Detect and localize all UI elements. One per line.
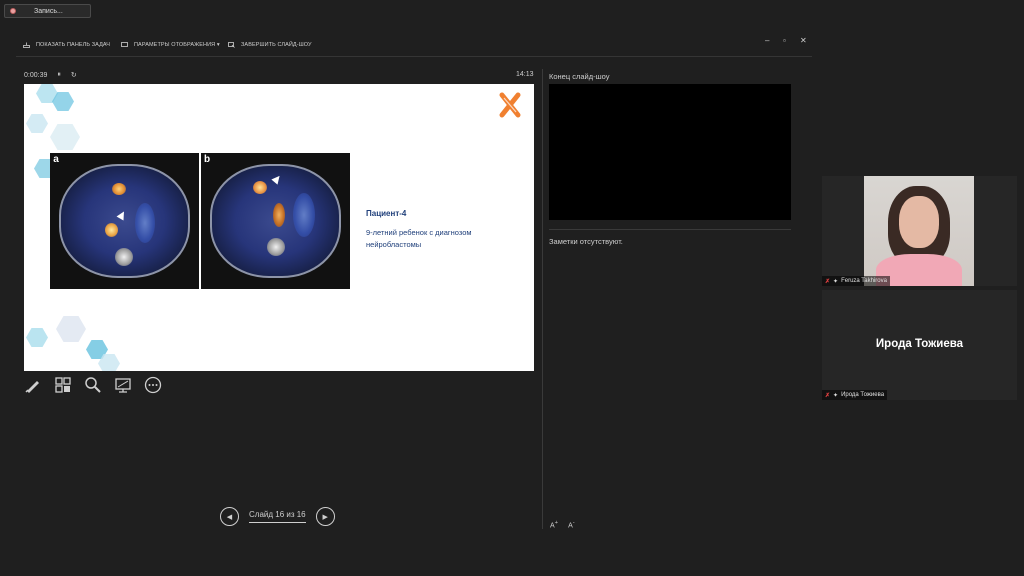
grid-icon[interactable] xyxy=(54,376,72,394)
end-slideshow-label: ЗАВЕРШИТЬ СЛАЙД-ШОУ xyxy=(241,42,312,48)
display-settings-label: ПАРАМЕТРЫ ОТОБРАЖЕНИЯ ▾ xyxy=(134,42,220,48)
participant-name: Feruza Takhirova xyxy=(841,278,887,284)
close-icon[interactable]: ✕ xyxy=(800,36,807,45)
decor-hexagon xyxy=(50,124,80,150)
pen-icon[interactable] xyxy=(24,376,42,394)
decor-hexagon xyxy=(26,328,48,347)
decrease-font-button[interactable]: A- xyxy=(568,520,575,529)
font-size-controls: A+ A- xyxy=(550,520,575,529)
speaker-notes: Заметки отсутствуют. xyxy=(549,237,623,246)
clock: 14:13 xyxy=(516,71,534,78)
notes-separator xyxy=(549,229,791,230)
pin-icon[interactable]: ✦ xyxy=(833,278,838,285)
next-slide-button[interactable]: ▶ xyxy=(315,507,335,526)
participant-display-name: Ирода Тожиева xyxy=(875,338,964,350)
next-slide-preview xyxy=(549,84,791,220)
participant-tile-video[interactable]: ✗ ✦ Feruza Takhirova xyxy=(822,176,1017,286)
recording-indicator[interactable]: Запись... xyxy=(4,4,91,18)
logo-icon xyxy=(499,92,521,118)
zoom-icon[interactable] xyxy=(84,376,102,394)
pet-scan-image-a: a xyxy=(50,153,199,289)
participant-name: Ирода Тожиева xyxy=(841,392,885,398)
show-taskbar-label: ПОКАЗАТЬ ПАНЕЛЬ ЗАДАЧ xyxy=(36,42,111,48)
display-icon xyxy=(121,42,128,47)
participant-tile-no-video[interactable]: Ирода Тожиева ✗ ✦ Ирода Тожиева xyxy=(822,290,1017,400)
mic-muted-icon: ✗ xyxy=(825,278,831,285)
previous-slide-button[interactable]: ◀ xyxy=(220,507,239,526)
pin-icon[interactable]: ✦ xyxy=(833,392,838,399)
recording-label: Запись... xyxy=(34,7,63,15)
record-dot-icon xyxy=(10,8,16,14)
end-slideshow-button[interactable]: ЗАВЕРШИТЬ СЛАЙД-ШОУ xyxy=(228,42,312,48)
restore-icon[interactable]: ▫ xyxy=(783,36,786,45)
presenter-view: ПОКАЗАТЬ ПАНЕЛЬ ЗАДАЧ ПАРАМЕТРЫ ОТОБРАЖЕ… xyxy=(16,33,812,543)
pause-icon[interactable]: ⏸ xyxy=(57,71,61,79)
presenter-toolbar: ПОКАЗАТЬ ПАНЕЛЬ ЗАДАЧ ПАРАМЕТРЫ ОТОБРАЖЕ… xyxy=(16,33,812,57)
mic-muted-icon: ✗ xyxy=(825,392,831,399)
minimize-icon[interactable]: – xyxy=(765,36,769,45)
pane-divider[interactable] xyxy=(542,69,543,529)
participant-name-tag: ✗ ✦ Feruza Takhirova xyxy=(822,276,890,286)
taskbar-icon xyxy=(23,42,30,48)
timer-bar: 0:00:39 ⏸ ↻ xyxy=(24,71,87,79)
participant-name-tag: ✗ ✦ Ирода Тожиева xyxy=(822,390,888,400)
slide-title: Пациент-4 xyxy=(366,209,407,218)
elapsed-time: 0:00:39 xyxy=(24,71,48,79)
show-taskbar-button[interactable]: ПОКАЗАТЬ ПАНЕЛЬ ЗАДАЧ xyxy=(23,42,110,48)
next-slide-label: Конец слайд-шоу xyxy=(549,72,610,81)
slide-counter[interactable]: Слайд 16 из 16 xyxy=(249,510,306,523)
display-settings-button[interactable]: ПАРАМЕТРЫ ОТОБРАЖЕНИЯ ▾ xyxy=(121,42,220,48)
decor-hexagon xyxy=(56,316,86,342)
slide-description: 9-летний ребенок с диагнозом нейробласто… xyxy=(366,228,472,249)
slide-tools xyxy=(24,376,162,394)
pet-scan-image-b: b xyxy=(201,153,350,289)
arrow-left-icon: ◀ xyxy=(226,513,233,521)
increase-font-button[interactable]: A+ xyxy=(550,520,558,529)
arrow-right-icon: ▶ xyxy=(322,513,328,521)
decor-hexagon xyxy=(26,114,48,133)
end-show-icon xyxy=(228,42,235,48)
image-label-b: b xyxy=(201,153,213,167)
slide-navigation: ◀ Слайд 16 из 16 ▶ xyxy=(220,507,335,526)
participant-video xyxy=(864,176,974,286)
restart-timer-icon[interactable]: ↻ xyxy=(71,71,77,79)
more-icon[interactable] xyxy=(144,376,162,394)
image-label-a: a xyxy=(50,153,62,167)
current-slide: a b Пациент-4 9-летний ребенок с диагноз… xyxy=(24,84,534,371)
screen-icon[interactable] xyxy=(114,376,132,394)
